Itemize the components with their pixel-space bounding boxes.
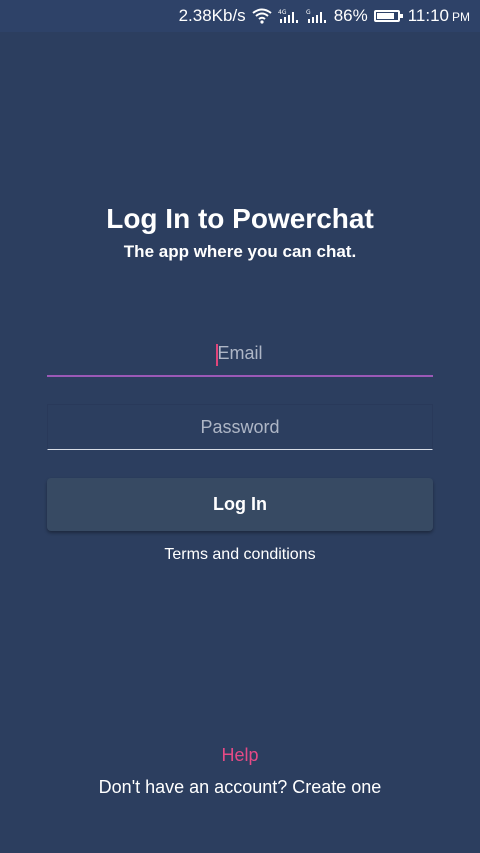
email-field[interactable]: [47, 331, 433, 377]
password-field[interactable]: [47, 404, 433, 450]
clock: 11:10 PM: [408, 6, 470, 26]
text-cursor: [216, 344, 218, 366]
page-subtitle: The app where you can chat.: [123, 242, 357, 261]
login-button[interactable]: Log In: [47, 478, 433, 531]
status-bar: 2.38Kb/s 4G G 86% 11:10 PM: [0, 0, 480, 32]
wifi-icon: [252, 8, 272, 24]
signal-g-label: G: [306, 9, 311, 16]
signal-4g-icon: 4G: [278, 8, 300, 24]
clock-ampm: PM: [452, 10, 470, 24]
terms-link[interactable]: Terms and conditions: [0, 546, 480, 564]
battery-icon: [373, 10, 403, 22]
clock-time: 11:10: [407, 6, 449, 25]
signal-g-icon: G: [306, 8, 328, 24]
battery-fill: [376, 13, 394, 19]
create-account-link[interactable]: Don't have an account? Create one: [0, 777, 480, 798]
network-speed: 2.38Kb/s: [178, 6, 246, 25]
help-link[interactable]: Help: [0, 745, 480, 766]
page-title: Log In to Powerchat: [106, 203, 374, 234]
battery-percent: 86%: [333, 6, 368, 25]
signal-4g-label: 4G: [278, 9, 287, 16]
